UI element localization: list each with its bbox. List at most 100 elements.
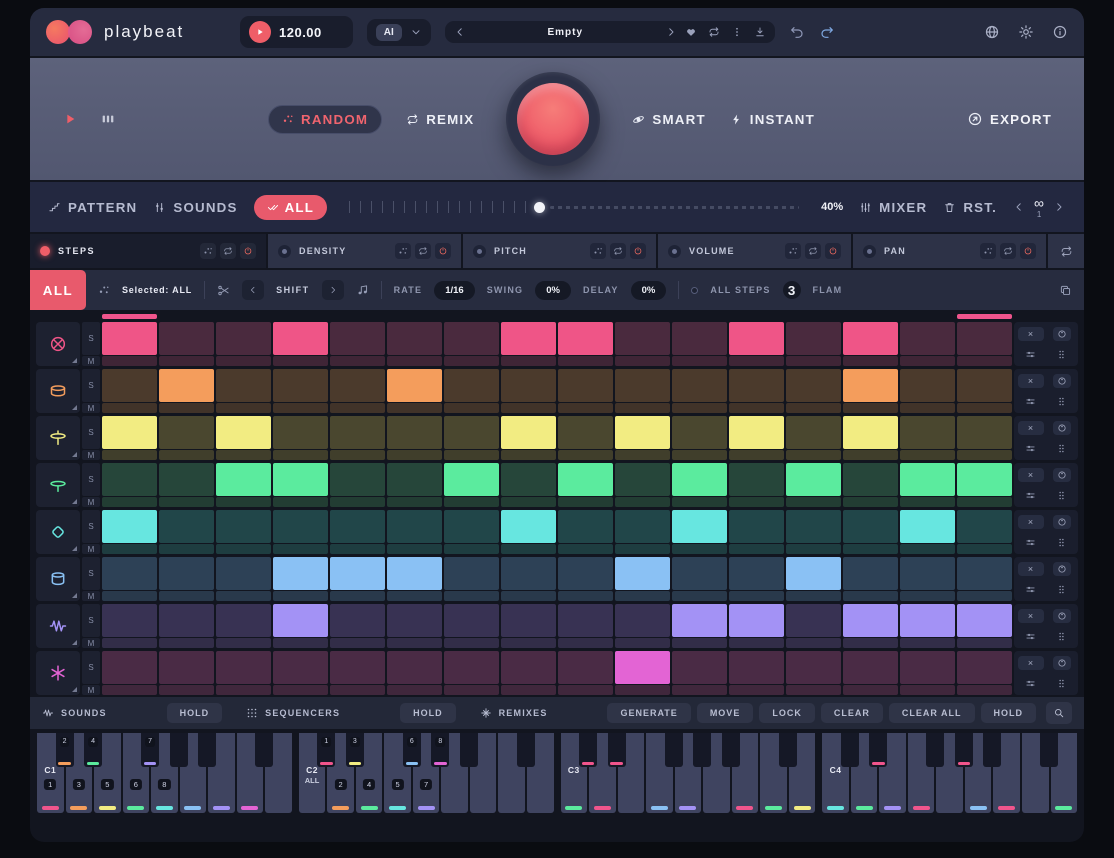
mute-cell[interactable] — [786, 685, 841, 695]
pattern-prev-button[interactable] — [1013, 201, 1025, 213]
black-key[interactable]: 1 — [317, 733, 335, 767]
density-slider[interactable] — [349, 198, 799, 216]
mute-cell[interactable] — [273, 497, 328, 507]
export-button[interactable]: EXPORT — [967, 111, 1052, 127]
copy-icon[interactable] — [1059, 284, 1072, 297]
hold-button[interactable]: HOLD — [981, 703, 1037, 723]
step-cell[interactable] — [330, 322, 385, 355]
undo-button[interactable] — [789, 24, 805, 40]
track-knob-button[interactable] — [1053, 562, 1071, 576]
reset-button[interactable]: RST. — [943, 200, 997, 215]
track-drag-handle[interactable] — [1050, 395, 1073, 408]
step-cell[interactable] — [159, 604, 214, 637]
mute-cell[interactable] — [729, 497, 784, 507]
step-row-label[interactable]: S — [82, 510, 100, 543]
mute-cell[interactable] — [273, 591, 328, 601]
mute-cell[interactable] — [672, 544, 727, 554]
mute-cell[interactable] — [330, 591, 385, 601]
mute-cell[interactable] — [786, 450, 841, 460]
black-key[interactable] — [869, 733, 887, 767]
step-cell[interactable] — [843, 463, 898, 496]
step-cell[interactable] — [843, 322, 898, 355]
step-cell[interactable] — [102, 463, 157, 496]
mute-cell[interactable] — [102, 638, 157, 648]
shift-left-button[interactable] — [242, 280, 264, 300]
step-cell[interactable] — [843, 369, 898, 402]
mute-cell[interactable] — [102, 685, 157, 695]
power-button[interactable] — [825, 243, 841, 259]
mute-cell[interactable] — [558, 638, 613, 648]
delay-value[interactable]: 0% — [631, 281, 667, 300]
step-cell[interactable] — [786, 369, 841, 402]
black-key[interactable]: 8 — [431, 733, 449, 767]
black-key[interactable] — [608, 733, 626, 767]
lock-button[interactable]: LOCK — [759, 703, 815, 723]
step-cell[interactable] — [615, 604, 670, 637]
step-cell[interactable] — [558, 510, 613, 543]
step-cell[interactable] — [216, 557, 271, 590]
mute-cell[interactable] — [729, 638, 784, 648]
mute-cell[interactable] — [957, 591, 1012, 601]
mute-cell[interactable] — [330, 450, 385, 460]
loop-marker[interactable] — [387, 314, 442, 319]
mute-cell[interactable] — [159, 638, 214, 648]
step-cell[interactable] — [900, 557, 955, 590]
black-key[interactable] — [198, 733, 216, 767]
swing-value[interactable]: 0% — [535, 281, 571, 300]
loop-button[interactable] — [415, 243, 431, 259]
wave-icon[interactable] — [36, 604, 80, 648]
step-row-label[interactable]: S — [82, 369, 100, 402]
mute-cell[interactable] — [273, 685, 328, 695]
step-cell[interactable] — [159, 651, 214, 684]
track-sliders-button[interactable] — [1019, 583, 1042, 596]
track-knob-button[interactable] — [1053, 327, 1071, 341]
scissors-icon[interactable] — [217, 284, 230, 297]
step-cell[interactable] — [216, 369, 271, 402]
mute-cell[interactable] — [444, 450, 499, 460]
random-mode-button[interactable]: RANDOM — [268, 105, 382, 134]
keys-toggle-button[interactable] — [100, 111, 116, 127]
step-cell[interactable] — [843, 604, 898, 637]
mute-cell[interactable] — [216, 591, 271, 601]
step-cell[interactable] — [615, 322, 670, 355]
mute-cell[interactable] — [387, 544, 442, 554]
mute-cell[interactable] — [501, 403, 556, 413]
loop-marker[interactable] — [444, 314, 499, 319]
mute-cell[interactable] — [615, 544, 670, 554]
mute-cell[interactable] — [558, 544, 613, 554]
black-key[interactable] — [460, 733, 478, 767]
mute-cell[interactable] — [900, 638, 955, 648]
mute-cell[interactable] — [786, 591, 841, 601]
mute-cell[interactable] — [843, 591, 898, 601]
mute-cell[interactable] — [444, 544, 499, 554]
cymbal-icon[interactable] — [36, 463, 80, 507]
tab-steps[interactable]: STEPS — [30, 234, 266, 268]
tab-volume[interactable]: VOLUME — [658, 234, 851, 268]
kick-drum-icon[interactable] — [36, 322, 80, 366]
step-cell[interactable] — [900, 510, 955, 543]
preset-prev-button[interactable] — [454, 26, 466, 38]
black-key[interactable]: 2 — [56, 733, 74, 767]
loop-button[interactable] — [610, 243, 626, 259]
mute-row-label[interactable]: M — [82, 403, 100, 413]
mute-cell[interactable] — [957, 544, 1012, 554]
step-cell[interactable] — [273, 369, 328, 402]
track-sliders-button[interactable] — [1019, 442, 1042, 455]
step-cell[interactable] — [501, 369, 556, 402]
black-key[interactable] — [693, 733, 711, 767]
track-clear-button[interactable]: × — [1018, 327, 1044, 341]
power-button[interactable] — [435, 243, 451, 259]
track-sliders-button[interactable] — [1019, 677, 1042, 690]
remix-mode-button[interactable]: REMIX — [406, 112, 474, 127]
black-key[interactable]: 4 — [84, 733, 102, 767]
step-cell[interactable] — [729, 557, 784, 590]
step-cell[interactable] — [330, 651, 385, 684]
preset-next-button[interactable] — [665, 26, 677, 38]
mute-cell[interactable] — [159, 450, 214, 460]
mute-cell[interactable] — [159, 497, 214, 507]
all-tracks-tab[interactable]: ALL — [30, 270, 86, 310]
loop-marker[interactable] — [102, 314, 157, 319]
mute-cell[interactable] — [900, 497, 955, 507]
step-cell[interactable] — [672, 510, 727, 543]
black-key[interactable] — [926, 733, 944, 767]
